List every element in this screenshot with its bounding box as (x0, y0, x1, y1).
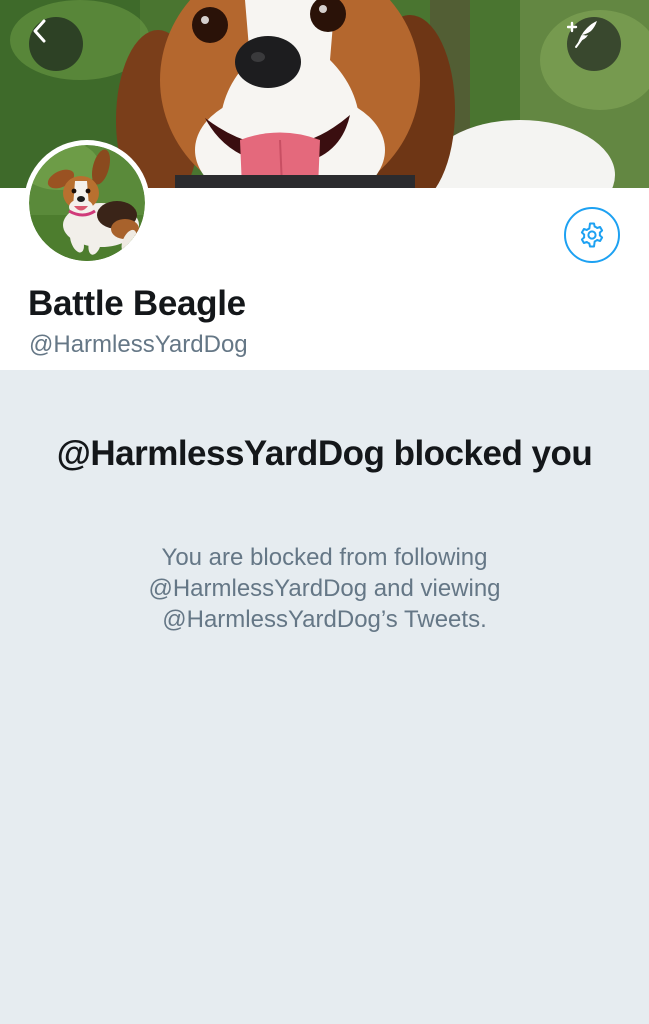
avatar[interactable] (24, 140, 150, 266)
back-button[interactable] (29, 17, 83, 71)
blocked-message: You are blocked from following @Harmless… (148, 544, 501, 633)
chevron-left-icon (33, 19, 46, 43)
profile-settings-button[interactable] (564, 207, 620, 263)
blocked-title: @HarmlessYardDog blocked you (56, 434, 593, 473)
display-name: Battle Beagle (28, 284, 246, 323)
compose-tweet-button[interactable] (567, 17, 621, 71)
compose-tweet-icon (567, 21, 597, 48)
profile-handle: @HarmlessYardDog (29, 331, 248, 358)
avatar-photo (29, 145, 145, 261)
gear-icon (580, 222, 604, 248)
